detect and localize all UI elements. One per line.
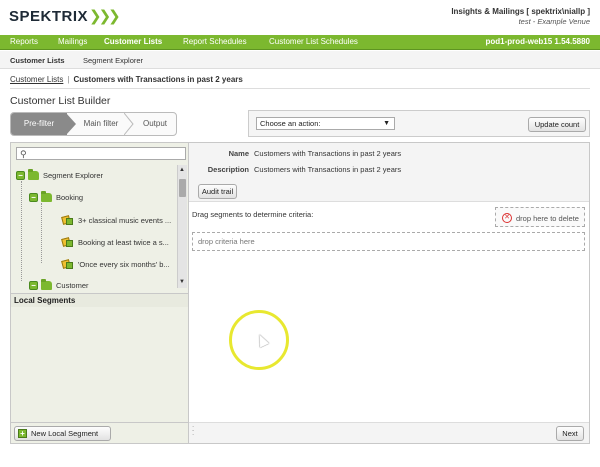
scrollbar-thumb[interactable] [179,179,186,197]
left-panel-footer: + New Local Segment [11,422,188,443]
criteria-drop-zone[interactable]: drop criteria here [192,232,585,251]
new-local-segment-button[interactable]: + New Local Segment [14,426,111,441]
divider [10,88,590,89]
delete-icon: ✕ [502,213,512,223]
description-value[interactable]: Customers with Transactions in past 2 ye… [254,165,401,174]
segment-icon [61,215,74,226]
description-label: Description [207,165,249,174]
breadcrumb-current: Customers with Transactions in past 2 ye… [73,75,243,84]
server-version: pod1-prod-web15 1.54.5880 [485,37,590,46]
tree-item-booking[interactable]: − Booking [29,191,83,202]
tree-item-segment-explorer[interactable]: − Segment Explorer [16,169,103,180]
breadcrumb: Customer Lists | Customers with Transactio… [10,75,243,84]
breadcrumb-customer-lists[interactable]: Customer Lists [10,75,63,84]
segment-explorer-panel: ⚲ − Segment Explorer − Booking 3+ classi… [10,142,189,444]
collapse-icon[interactable]: − [29,281,38,290]
criteria-panel: Name Customers with Transactions in past… [189,142,590,444]
nav-report-schedules[interactable]: Report Schedules [183,37,247,46]
app-header: SPEKTRIX ❯❯❯ Insights & Mailings [ spektr… [0,0,600,35]
chevron-down-icon: ▼ [383,120,390,127]
folder-icon [28,169,39,180]
name-value[interactable]: Customers with Transactions in past 2 ye… [254,149,401,158]
scroll-down-icon[interactable]: ▼ [179,279,185,285]
tree-segment-item[interactable]: 3+ classical music events ... [61,215,171,226]
collapse-icon[interactable]: − [29,193,38,202]
folder-icon [41,279,52,290]
tree-item-customer[interactable]: − Customer [29,279,89,290]
right-panel-footer: ⁚ ⁚ Next [189,422,589,443]
folder-icon [41,191,52,202]
breadcrumb-separator: | [67,75,70,84]
action-select[interactable]: Choose an action: ▼ [256,117,395,130]
venue-line: test - Example Venue [518,17,590,26]
name-label: Name [228,149,249,158]
nav-customer-list-schedules[interactable]: Customer List Schedules [269,37,358,46]
update-count-button[interactable]: Update count [528,117,586,132]
local-segments-title: Local Segments [11,293,188,307]
collapse-icon[interactable]: − [16,171,25,180]
nav-mailings[interactable]: Mailings [58,37,87,46]
segment-icon [61,237,74,248]
nav-customer-lists[interactable]: Customer Lists [104,37,162,46]
segment-icon [61,259,74,270]
main-nav: Reports Mailings Customer Lists Report S… [0,35,600,50]
drag-instructions: Drag segments to determine criteria: [192,210,314,219]
wizard-steps: Pre-filter Main filter Output [10,112,177,136]
grip-icon[interactable]: ⁚ ⁚ [192,426,194,437]
step-main-filter[interactable]: Main filter [76,113,126,135]
delete-drop-zone[interactable]: ✕ drop here to delete [495,207,585,227]
scroll-up-icon[interactable]: ▲ [179,167,185,173]
step-pre-filter[interactable]: Pre-filter [11,113,67,135]
action-bar: Choose an action: ▼ Update count [248,110,590,137]
step-arrow-icon [66,113,76,135]
subnav-segment-explorer[interactable]: Segment Explorer [83,56,143,65]
page-title: Customer List Builder [10,95,111,107]
subnav-customer-lists[interactable]: Customer Lists [10,56,65,65]
sub-nav: Customer Lists Segment Explorer [0,51,600,69]
user-line: Insights & Mailings [ spektrix\niallp ] [451,7,590,16]
search-icon: ⚲ [20,149,27,159]
tree-segment-item[interactable]: 'Once every six months' b... [61,259,170,270]
segment-search-input[interactable]: ⚲ [16,147,186,160]
list-properties: Name Customers with Transactions in past… [189,143,589,202]
step-output[interactable]: Output [133,113,176,135]
next-button[interactable]: Next [556,426,584,441]
tree-scrollbar[interactable]: ▲ ▼ [177,165,187,288]
user-info: Insights & Mailings [ spektrix\niallp ] … [451,7,590,26]
spektrix-logo[interactable]: SPEKTRIX ❯❯❯ [9,7,121,26]
segment-tree: − Segment Explorer − Booking 3+ classica… [12,165,176,290]
nav-reports[interactable]: Reports [10,37,38,46]
audit-trail-button[interactable]: Audit trail [198,184,237,199]
plus-icon: + [18,429,27,438]
tree-segment-item[interactable]: Booking at least twice a s... [61,237,169,248]
